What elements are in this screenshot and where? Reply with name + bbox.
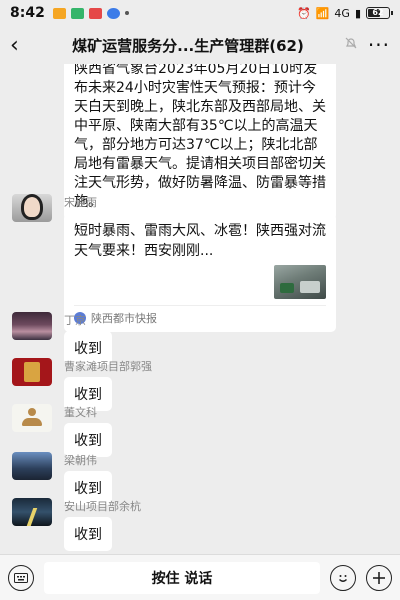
avatar[interactable] — [12, 194, 52, 222]
status-time: 8:42 — [10, 5, 45, 21]
message-row: 董文科 收到 — [12, 404, 112, 457]
avatar[interactable] — [12, 452, 52, 480]
alert-app-icon — [88, 7, 102, 19]
mail-app-icon — [52, 7, 66, 19]
sender-name: 曹家滩项目部郭强 — [64, 360, 152, 373]
plus-icon[interactable] — [366, 564, 392, 591]
bell-off-icon — [340, 36, 362, 54]
notification-icons — [52, 7, 129, 19]
sender-name: 丁京 — [64, 314, 86, 327]
message-row: 安山项目部余杭 收到 — [12, 498, 141, 551]
chat-title: 煤矿运营服务分...生产管理群(62) — [72, 36, 304, 55]
avatar[interactable] — [12, 404, 52, 432]
network-type: 4G — [334, 6, 350, 20]
wifi-icon: 📶 — [315, 6, 330, 20]
avatar[interactable] — [12, 358, 52, 386]
card-divider — [74, 305, 326, 306]
battery-icon: 62 — [366, 7, 393, 19]
more-icon[interactable]: ··· — [362, 33, 390, 57]
sender-name: 安山项目部余杭 — [64, 500, 141, 513]
sender-name: 梁朝伟 — [64, 454, 97, 467]
alarm-icon: ⏰ — [297, 6, 311, 20]
signal-icon: ▮ — [354, 6, 361, 20]
sender-name: 董文科 — [64, 406, 97, 419]
hold-to-talk-button[interactable]: 按住 说话 — [44, 561, 320, 594]
card-thumbnail — [274, 265, 326, 299]
message-list[interactable]: 陕西省气象台2023年05月20日10时发布未来24小时灾害性天气预报：预计今天… — [0, 64, 400, 554]
chat-header: ‹ 煤矿运营服务分...生产管理群(62) ··· — [0, 26, 400, 64]
avatar[interactable] — [12, 498, 52, 526]
card-title: 短时暴雨、雷雨大风、冰雹！陕西强对流天气要来！西安刚刚... — [74, 223, 326, 259]
battery-text: 62 — [372, 8, 384, 17]
input-bar: 按住 说话 — [0, 554, 400, 600]
sender-name: 宋佳雨 — [64, 196, 97, 209]
dot-icon — [124, 11, 129, 15]
pay-app-icon — [106, 7, 120, 19]
message-bubble[interactable]: 收到 — [64, 517, 112, 551]
keyboard-icon[interactable] — [8, 564, 34, 591]
smile-icon[interactable] — [330, 564, 356, 591]
status-bar: 8:42 ⏰ 📶 4G ▮ 62 — [0, 0, 400, 26]
back-icon[interactable]: ‹ — [10, 33, 36, 58]
avatar[interactable] — [12, 312, 52, 340]
bank-app-icon — [70, 7, 84, 19]
status-right: ⏰ 📶 4G ▮ 62 — [297, 6, 393, 20]
